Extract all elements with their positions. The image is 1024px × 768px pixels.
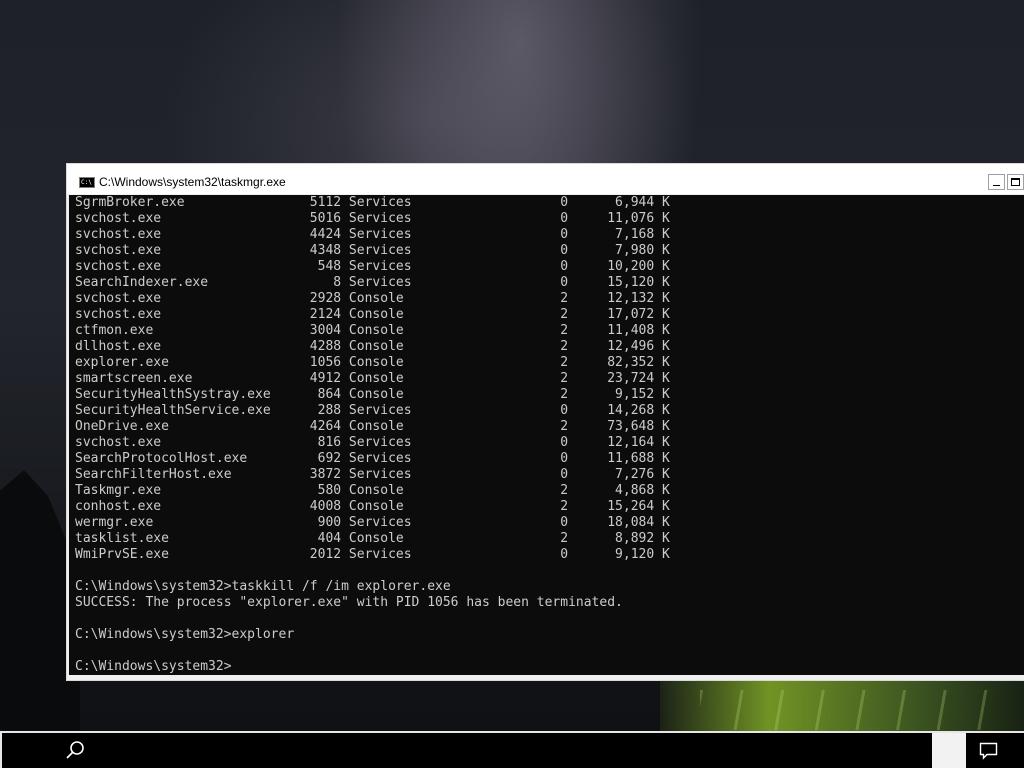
tent-glow-texture <box>700 690 1000 730</box>
action-center-icon <box>979 742 998 760</box>
console-text: SgrmBroker.exe 5112 Services 0 6,944 K s… <box>75 195 670 674</box>
notification-area[interactable] <box>932 733 966 768</box>
minimize-button[interactable] <box>988 174 1005 190</box>
taskbar-main <box>2 733 932 768</box>
console-window[interactable]: C:\ C:\Windows\system32\taskmgr.exe Sgrm… <box>66 163 1024 681</box>
console-output[interactable]: SgrmBroker.exe 5112 Services 0 6,944 K s… <box>69 195 1024 675</box>
title-bar[interactable]: C:\ C:\Windows\system32\taskmgr.exe <box>67 164 1024 194</box>
search-button[interactable] <box>62 739 88 763</box>
taskbar <box>0 731 1024 768</box>
desktop-background: C:\ C:\Windows\system32\taskmgr.exe Sgrm… <box>0 0 1024 768</box>
window-title: C:\Windows\system32\taskmgr.exe <box>99 175 286 189</box>
action-center-button[interactable] <box>966 733 1024 768</box>
search-icon <box>66 741 84 759</box>
maximize-button[interactable] <box>1007 174 1024 190</box>
console-app-icon: C:\ <box>79 177 95 188</box>
